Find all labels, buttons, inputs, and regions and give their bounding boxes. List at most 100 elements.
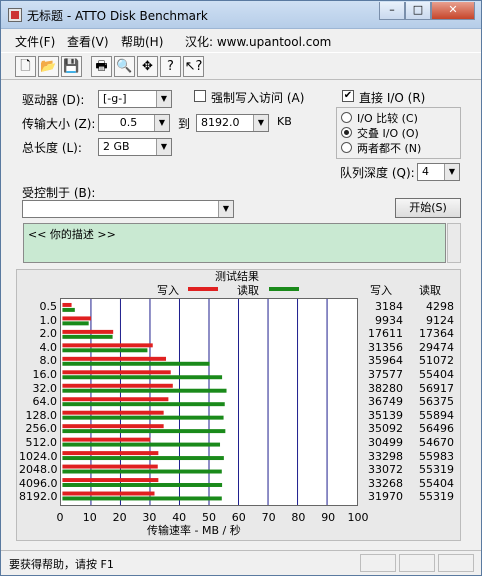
description-scrollbar[interactable] xyxy=(447,223,461,263)
maximize-button[interactable]: □ xyxy=(405,2,431,20)
print-preview-icon[interactable]: 🔍 xyxy=(114,56,135,77)
drive-select-value: [-g-] xyxy=(103,92,127,105)
legend-read-swatch xyxy=(269,287,299,291)
chevron-down-icon[interactable]: ▼ xyxy=(218,201,233,217)
neither-radio[interactable] xyxy=(341,142,352,153)
menu-view[interactable]: 查看(V) xyxy=(67,33,109,50)
chevron-down-icon[interactable]: ▼ xyxy=(253,115,268,131)
read-value: 55319 xyxy=(419,463,454,477)
write-value: 31356 xyxy=(368,340,403,354)
read-value: 54670 xyxy=(419,436,454,449)
legend-write-label: 写入 xyxy=(157,284,179,297)
menu-bar: 文件(F) 查看(V) 帮助(H) 汉化: www.upantool.com xyxy=(1,29,481,51)
transfer-to-value: 8192.0 xyxy=(201,116,240,129)
transfer-rate-chart xyxy=(60,298,358,506)
status-pane-3 xyxy=(438,554,474,572)
y-tick-label: 2.0 xyxy=(39,327,58,341)
write-value: 17611 xyxy=(368,327,403,341)
write-bar xyxy=(62,302,72,307)
io-compare-label: I/O 比较 (C) xyxy=(357,112,418,125)
close-button[interactable]: ✕ xyxy=(431,2,475,20)
transfer-from-select[interactable]: 0.5 ▼ xyxy=(98,114,170,132)
open-folder-icon[interactable]: 📂 xyxy=(38,56,59,77)
x-tick-label: 90 xyxy=(321,511,336,524)
description-text: << 你的描述 >> xyxy=(28,228,116,241)
read-value: 56375 xyxy=(419,395,454,409)
status-text: 要获得帮助，请按 F1 xyxy=(9,558,114,571)
y-tick-label: 2048.0 xyxy=(19,463,58,477)
force-write-label: 强制写入访问 (A) xyxy=(211,91,305,105)
read-bar xyxy=(62,496,222,501)
minimize-button[interactable]: – xyxy=(379,2,405,20)
io-compare-radio[interactable] xyxy=(341,112,352,123)
write-value: 35964 xyxy=(368,354,403,368)
total-length-value: 2 GB xyxy=(103,140,130,153)
write-bar xyxy=(62,316,92,321)
status-pane-1 xyxy=(360,554,396,572)
y-tick-label: 512.0 xyxy=(25,436,58,449)
help-icon[interactable]: ? xyxy=(160,56,181,77)
chevron-down-icon[interactable]: ▼ xyxy=(154,115,169,131)
write-value: 3184 xyxy=(375,300,403,313)
description-box[interactable]: << 你的描述 >> xyxy=(23,223,446,263)
transfer-from-value: 0.5 xyxy=(119,116,138,129)
read-bar xyxy=(62,483,223,487)
controlled-by-select[interactable]: ▼ xyxy=(22,200,234,218)
read-value: 29474 xyxy=(419,340,454,354)
write-bar xyxy=(62,464,158,469)
read-bar xyxy=(62,442,221,447)
chevron-down-icon[interactable]: ▼ xyxy=(156,91,171,107)
queue-depth-value: 4 xyxy=(422,165,429,178)
y-tick-label: 128.0 xyxy=(25,408,58,422)
write-value: 33072 xyxy=(368,463,403,477)
legend-write-swatch xyxy=(188,287,218,291)
save-icon[interactable]: 💾 xyxy=(61,56,82,77)
total-length-label: 总长度 (L): xyxy=(22,141,82,155)
write-bar xyxy=(62,329,114,334)
drive-label: 驱动器 (D): xyxy=(22,93,85,107)
read-value: 55983 xyxy=(419,449,454,463)
new-file-icon[interactable]: 🗋 xyxy=(15,56,36,77)
y-tick-label: 1024.0 xyxy=(19,449,58,463)
start-button[interactable]: 开始(S) xyxy=(395,198,461,218)
y-tick-label: 4.0 xyxy=(39,340,58,354)
queue-depth-select[interactable]: 4 ▼ xyxy=(417,163,460,181)
y-tick-label: 32.0 xyxy=(32,381,58,395)
y-tick-label: 8.0 xyxy=(39,354,58,368)
x-tick-label: 80 xyxy=(291,511,306,524)
y-tick-label: 4096.0 xyxy=(19,476,58,490)
read-bar xyxy=(62,415,224,420)
write-bar xyxy=(62,383,173,388)
total-length-select[interactable]: 2 GB ▼ xyxy=(98,138,172,156)
menu-file[interactable]: 文件(F) xyxy=(15,33,55,50)
write-value: 35092 xyxy=(368,422,403,436)
direct-io-checkbox[interactable]: ✔ xyxy=(342,90,354,102)
transfer-to-select[interactable]: 8192.0 ▼ xyxy=(196,114,269,132)
transfer-size-label: 传输大小 (Z): xyxy=(22,117,96,131)
chevron-down-icon[interactable]: ▼ xyxy=(444,164,459,180)
y-tick-label: 16.0 xyxy=(32,368,58,381)
col-read-header: 读取 xyxy=(419,284,441,297)
transfer-to-label: 到 xyxy=(178,117,191,131)
context-help-icon[interactable]: ↖? xyxy=(183,56,204,77)
read-bar xyxy=(62,429,226,434)
x-tick-label: 20 xyxy=(112,511,127,524)
menu-help[interactable]: 帮助(H) xyxy=(121,33,163,50)
overlap-io-label: 交叠 I/O (O) xyxy=(357,127,419,140)
read-value: 17364 xyxy=(419,327,454,341)
force-write-checkbox[interactable] xyxy=(194,90,206,102)
y-tick-label: 64.0 xyxy=(32,395,58,409)
write-value: 31970 xyxy=(368,490,403,504)
menu-translation-credit[interactable]: 汉化: www.upantool.com xyxy=(185,33,331,50)
drive-select[interactable]: [-g-] ▼ xyxy=(98,90,172,108)
x-tick-label: 100 xyxy=(347,511,369,524)
move-icon[interactable]: ✥ xyxy=(137,56,158,77)
chevron-down-icon[interactable]: ▼ xyxy=(156,139,171,155)
read-value: 56917 xyxy=(419,381,454,395)
print-icon[interactable]: 🖶 xyxy=(91,56,112,77)
write-value: 30499 xyxy=(368,436,403,449)
overlap-io-radio[interactable] xyxy=(341,127,352,138)
app-window: 无标题 - ATTO Disk Benchmark – □ ✕ 文件(F) 查看… xyxy=(0,0,482,576)
read-bar xyxy=(62,456,224,461)
transfer-unit: KB xyxy=(277,115,292,128)
